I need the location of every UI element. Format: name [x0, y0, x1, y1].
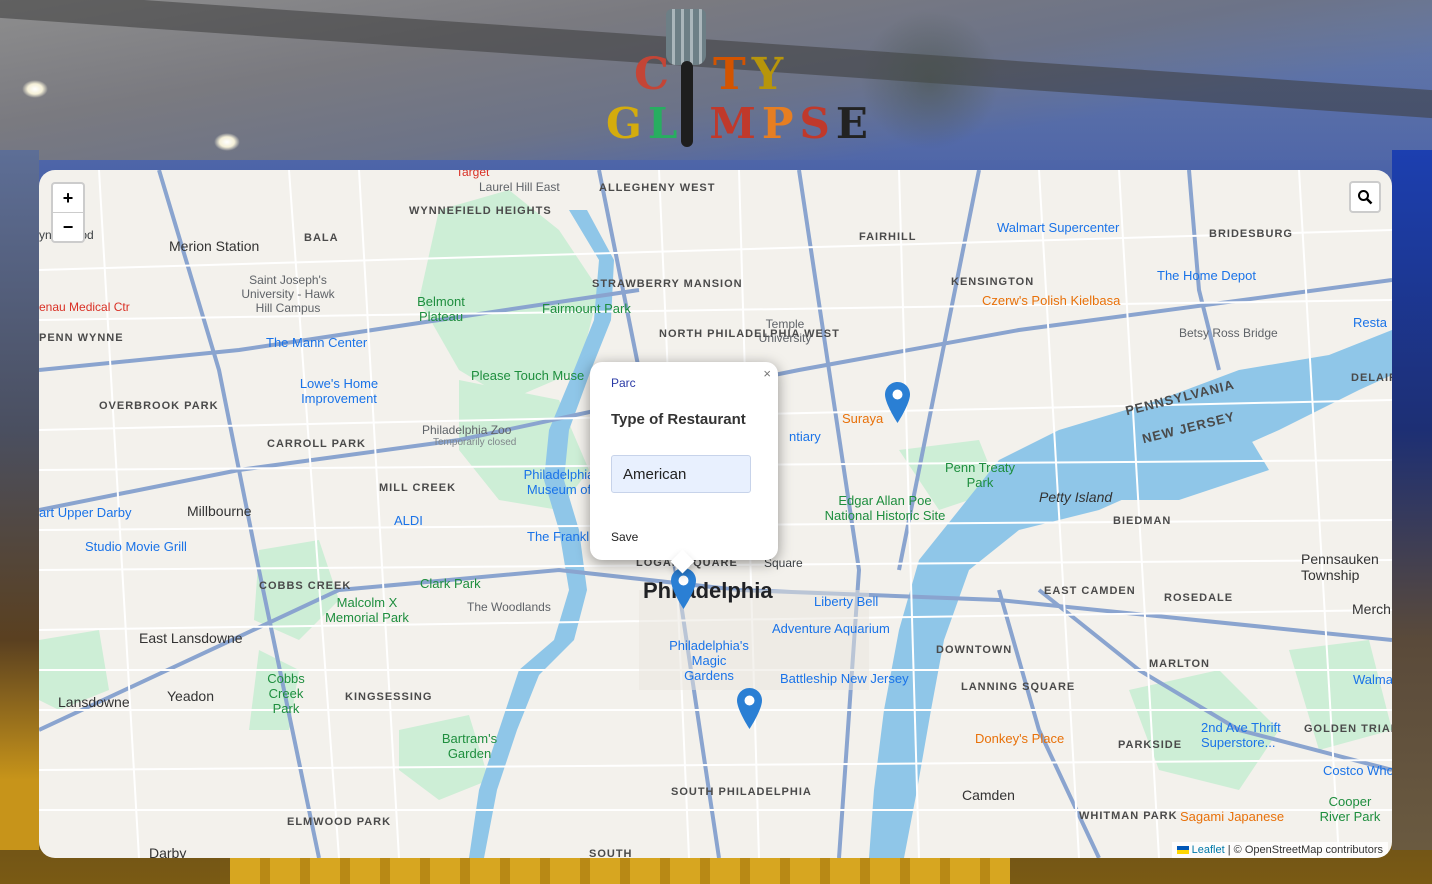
map-label: MILL CREEK	[379, 482, 457, 494]
search-icon	[1358, 190, 1373, 205]
poi-label: Walmart Supercenter	[997, 220, 1120, 235]
poi-label: Lowe's Home Improvement	[299, 376, 379, 406]
map-label: COBBS CREEK	[259, 580, 352, 592]
poi-label: The Frankl	[527, 529, 590, 544]
poi-label: The Woodlands	[467, 600, 551, 614]
map-label: Merion Station	[169, 238, 260, 254]
restaurant-marker[interactable]	[885, 382, 910, 423]
poi-label: enau Medical Ctr	[39, 300, 130, 314]
poi-label: Temporarily closed	[433, 437, 517, 448]
restaurant-marker[interactable]	[671, 568, 696, 609]
map-search-button[interactable]	[1349, 181, 1381, 213]
map-attribution: Leaflet | © OpenStreetMap contributors	[1171, 842, 1388, 858]
zoom-control: + −	[51, 182, 85, 243]
poi-label: Saint Joseph's University - Hawk Hill Ca…	[241, 273, 335, 315]
map-label: PARKSIDE	[1118, 739, 1183, 751]
map-label: KINGSESSING	[345, 691, 433, 703]
map-label: STRAWBERRY MANSION	[592, 278, 743, 290]
map-label: CARROLL PARK	[267, 438, 366, 450]
map-label: Lansdowne	[58, 694, 130, 710]
map-label: EAST CAMDEN	[1044, 585, 1136, 597]
popup-close-button[interactable]: ×	[763, 366, 771, 381]
leaflet-link[interactable]: Leaflet	[1192, 844, 1225, 856]
poi-label: Walma	[1353, 672, 1392, 687]
osm-attribution: © OpenStreetMap contributors	[1233, 844, 1383, 856]
zoom-out-button[interactable]: −	[53, 213, 83, 241]
city-glimpse-logo: C TY GL MPSE	[600, 5, 868, 150]
poi-label: Liberty Bell	[814, 594, 879, 609]
poi-label: art Upper Darby	[39, 505, 132, 520]
poi-label: Merch	[1352, 601, 1391, 617]
map-label: SOUTH	[589, 848, 633, 858]
poi-label: Bartram's Garden	[441, 731, 498, 761]
poi-label: Cobbs Creek Park	[267, 671, 305, 716]
zoom-in-button[interactable]: +	[53, 184, 83, 213]
poi-label: Cooper River Park	[1319, 794, 1381, 824]
map-label: WHITMAN PARK	[1079, 810, 1178, 822]
poi-label: Betsy Ross Bridge	[1179, 326, 1278, 340]
map-label: ROSEDALE	[1164, 592, 1234, 604]
popup-heading: Type of Restaurant	[611, 411, 746, 428]
poi-label: Target	[456, 170, 490, 179]
poi-label: The Mann Center	[266, 335, 368, 350]
poi-label: Adventure Aquarium	[772, 621, 890, 636]
poi-label: The Home Depot	[1157, 268, 1256, 283]
poi-label: Czerw's Polish Kielbasa	[982, 293, 1121, 308]
map-label: Petty Island	[1039, 489, 1113, 505]
poi-label: Studio Movie Grill	[85, 539, 187, 554]
leaflet-map[interactable]: Merion Station ynnewood BALA WYNNEFIELD …	[39, 170, 1392, 858]
map-label: Millbourne	[187, 503, 252, 519]
map-label: BIEDMAN	[1113, 515, 1172, 527]
poi-label: Suraya	[842, 411, 884, 426]
poi-label: Temple University	[758, 317, 812, 345]
map-label: Pennsauken Township	[1301, 551, 1379, 583]
map-label: East Lansdowne	[139, 630, 243, 646]
poi-label: Battleship New Jersey	[780, 671, 909, 686]
poi-label: Philadelphia Museum of	[523, 467, 595, 497]
map-label: SOUTH PHILADELPHIA	[671, 786, 812, 798]
city-label: Philadelphia	[643, 578, 773, 603]
map-label: GOLDEN TRIANGLE	[1304, 723, 1392, 735]
save-button[interactable]: Save	[611, 530, 638, 544]
poi-label: Please Touch Muse	[471, 368, 585, 383]
poi-label: Edgar Allan Poe National Historic Site	[824, 493, 946, 523]
restaurant-type-field[interactable]: American	[611, 455, 751, 493]
restaurant-name: Parc	[611, 376, 636, 390]
map-label: Camden	[962, 787, 1015, 803]
map-label: Darby	[149, 845, 187, 858]
map-label: BALA	[304, 232, 339, 244]
poi-label: Philadelphia Zoo	[422, 423, 512, 437]
map-label: KENSINGTON	[951, 276, 1035, 288]
poi-label: Laurel Hill East	[479, 180, 560, 194]
poi-label: Philadelphia's Magic Gardens	[669, 638, 749, 683]
map-label: ALLEGHENY WEST	[599, 182, 716, 194]
map-label: DELAIR	[1351, 372, 1392, 384]
poi-label: Clark Park	[420, 576, 481, 591]
poi-label: Costco Who	[1323, 763, 1392, 778]
map-label: OVERBROOK PARK	[99, 400, 219, 412]
poi-label: Belmont Plateau	[417, 294, 465, 324]
map-label: DOWNTOWN	[936, 644, 1013, 656]
map-label: Yeadon	[167, 688, 214, 704]
map-label: LANNING SQUARE	[961, 681, 1076, 693]
restaurant-marker[interactable]	[737, 688, 762, 729]
poi-label: ntiary	[789, 429, 821, 444]
poi-label: 2nd Ave Thrift Superstore...	[1201, 720, 1281, 750]
poi-label: Sagami Japanese	[1180, 809, 1285, 824]
map-label: PENN WYNNE	[39, 332, 124, 344]
poi-label: Resta	[1353, 315, 1387, 330]
map-label: ELMWOOD PARK	[287, 816, 392, 828]
map-label: FAIRHILL	[859, 231, 917, 243]
poi-label: Fairmount Park	[542, 301, 631, 316]
poi-label: Penn Treaty Park	[944, 460, 1016, 490]
map-label: WYNNEFIELD HEIGHTS	[409, 205, 552, 217]
poi-label: Malcolm X Memorial Park	[325, 595, 409, 625]
ukraine-flag-icon	[1176, 846, 1189, 855]
map-label: MARLTON	[1149, 658, 1210, 670]
map-label: BRIDESBURG	[1209, 228, 1293, 240]
poi-label: Donkey's Place	[975, 731, 1065, 746]
restaurant-popup: × Parc Type of Restaurant American Save	[590, 362, 778, 574]
poi-label: ALDI	[394, 513, 423, 528]
